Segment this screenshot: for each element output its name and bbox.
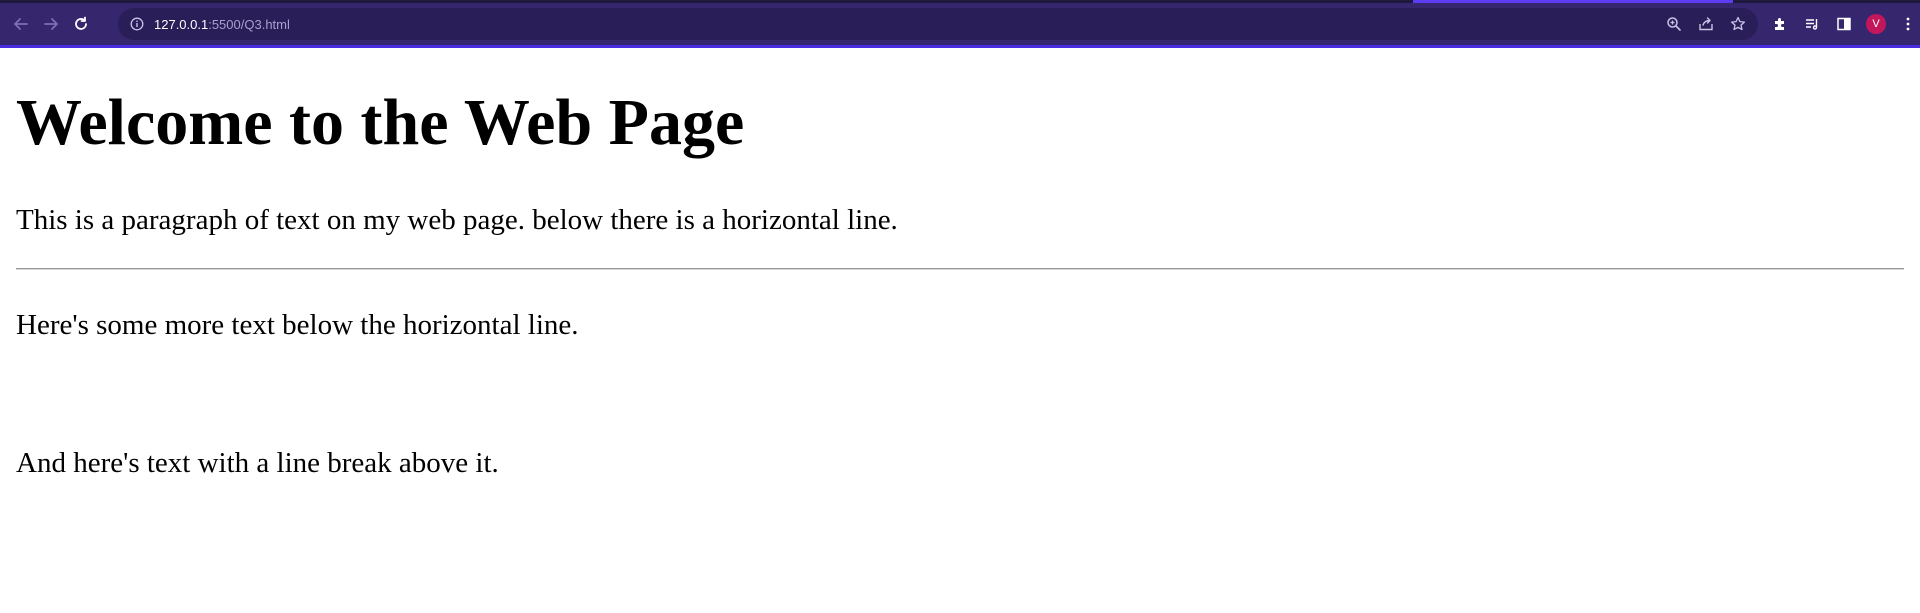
reload-icon[interactable] xyxy=(66,9,96,39)
puzzle-icon[interactable] xyxy=(1770,14,1790,34)
reading-list-icon[interactable] xyxy=(1802,14,1822,34)
side-panel-icon[interactable] xyxy=(1834,14,1854,34)
share-icon[interactable] xyxy=(1696,14,1716,34)
url-path: :5500/Q3.html xyxy=(208,16,290,32)
toolbar-divider xyxy=(0,45,1920,48)
paragraph-after-break: And here's text with a line break above … xyxy=(16,447,499,480)
zoom-icon[interactable] xyxy=(1664,14,1684,34)
forward-arrow-icon[interactable] xyxy=(36,9,66,39)
paragraph-below-rule: Here's some more text below the horizont… xyxy=(16,308,579,341)
browser-toolbar: 127.0.0.1:5500/Q3.html V xyxy=(0,0,1920,48)
url-host: 127.0.0.1 xyxy=(154,16,209,32)
toolbar-actions: V xyxy=(1770,14,1918,34)
omnibox-actions xyxy=(1664,14,1748,34)
kebab-menu-icon[interactable] xyxy=(1898,14,1918,34)
info-icon[interactable] xyxy=(128,15,146,33)
address-bar[interactable]: 127.0.0.1:5500/Q3.html xyxy=(118,8,1758,40)
page-content: Welcome to the Web Page This is a paragr… xyxy=(0,45,1920,481)
paragraph-intro: This is a paragraph of text on my web pa… xyxy=(16,203,898,236)
star-icon[interactable] xyxy=(1728,14,1748,34)
profile-avatar[interactable]: V xyxy=(1866,14,1886,34)
horizontal-rule xyxy=(16,267,1904,270)
page-title: Welcome to the Web Page xyxy=(16,86,745,159)
tab-strip-accent xyxy=(1413,0,1733,3)
avatar: V xyxy=(1866,14,1886,34)
navigation-buttons xyxy=(6,9,96,39)
back-arrow-icon[interactable] xyxy=(6,9,36,39)
